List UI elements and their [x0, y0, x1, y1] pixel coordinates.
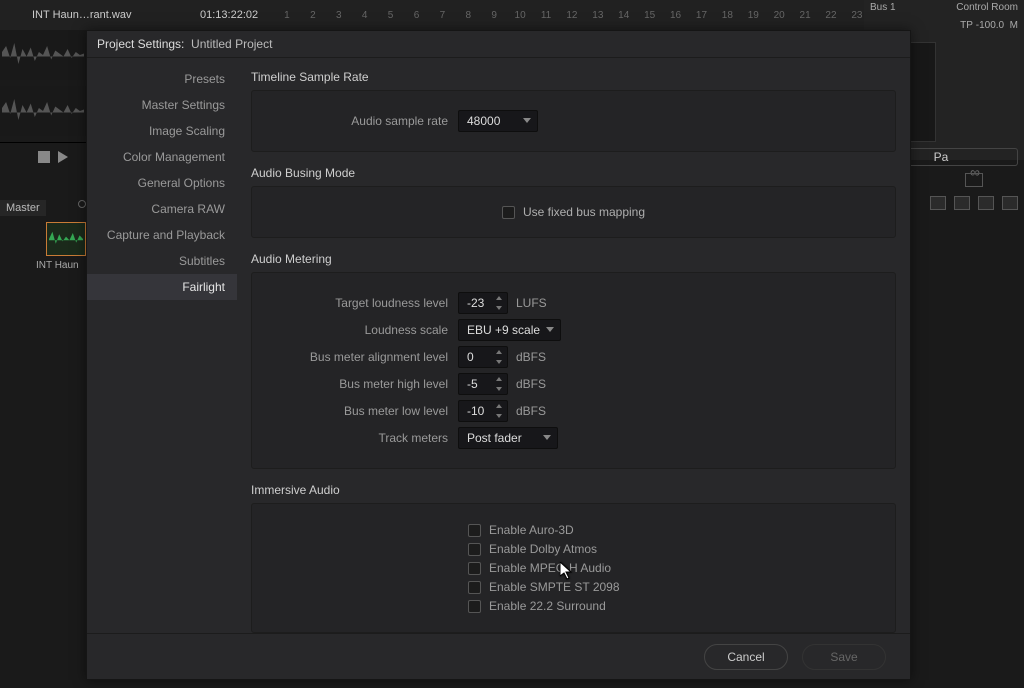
view-icons	[924, 160, 1024, 200]
bus-high-input[interactable]: -5	[458, 373, 508, 395]
sample-rate-select[interactable]: 48000	[458, 110, 538, 132]
immersive-checkbox[interactable]	[468, 581, 481, 594]
track-meters-select[interactable]: Post fader	[458, 427, 558, 449]
chevron-down-icon	[543, 435, 551, 440]
sample-rate-label: Audio sample rate	[268, 114, 458, 128]
section-heading-metering: Audio Metering	[251, 252, 896, 266]
play-icon[interactable]	[58, 151, 68, 163]
sidebar-item-presets[interactable]: Presets	[87, 66, 237, 92]
fixed-bus-checkbox[interactable]	[502, 206, 515, 219]
cancel-button[interactable]: Cancel	[704, 644, 788, 670]
timecode: 01:13:22:02	[200, 9, 258, 21]
immersive-option-label: Enable MPEG-H Audio	[489, 561, 611, 575]
save-button[interactable]: Save	[802, 644, 886, 670]
toolbar-icon-2[interactable]	[954, 196, 970, 210]
sidebar-item-master-settings[interactable]: Master Settings	[87, 92, 237, 118]
stop-icon[interactable]	[38, 151, 50, 163]
sidebar-item-image-scaling[interactable]: Image Scaling	[87, 118, 237, 144]
settings-sidebar: PresetsMaster SettingsImage ScalingColor…	[87, 58, 237, 633]
dialog-footer: Cancel Save	[87, 633, 910, 679]
immersive-checkbox[interactable]	[468, 524, 481, 537]
project-settings-dialog: Project Settings: Untitled Project Prese…	[86, 30, 911, 680]
bus-align-input[interactable]: 0	[458, 346, 508, 368]
section-heading-immersive: Immersive Audio	[251, 483, 896, 497]
immersive-checkbox[interactable]	[468, 562, 481, 575]
toolbar-icon-1[interactable]	[930, 196, 946, 210]
immersive-option-label: Enable 22.2 Surround	[489, 599, 606, 613]
sidebar-item-subtitles[interactable]: Subtitles	[87, 248, 237, 274]
immersive-option-label: Enable SMPTE ST 2098	[489, 580, 620, 594]
dialog-title: Project Settings: Untitled Project	[87, 31, 910, 58]
bus-low-input[interactable]: -10	[458, 400, 508, 422]
target-loudness-input[interactable]: -23	[458, 292, 508, 314]
master-label: Master	[0, 200, 46, 216]
immersive-checkbox[interactable]	[468, 543, 481, 556]
tool-icon[interactable]	[965, 173, 983, 187]
sidebar-item-general-options[interactable]: General Options	[87, 170, 237, 196]
settings-content: Timeline Sample Rate Audio sample rate 4…	[237, 58, 910, 633]
sidebar-item-capture-and-playback[interactable]: Capture and Playback	[87, 222, 237, 248]
timeline-ruler[interactable]: 1234567891011121314151617181920212223	[274, 0, 864, 30]
toolbar-icon-3[interactable]	[978, 196, 994, 210]
sidebar-item-color-management[interactable]: Color Management	[87, 144, 237, 170]
chevron-down-icon	[546, 327, 554, 332]
bus-label: Bus 1	[870, 2, 896, 16]
loudness-scale-select[interactable]: EBU +9 scale	[458, 319, 561, 341]
chevron-down-icon	[523, 118, 531, 123]
clip-name: INT Haun…rant.wav	[32, 9, 131, 21]
waveform-preview	[0, 30, 86, 167]
fixed-bus-label: Use fixed bus mapping	[523, 205, 645, 219]
sidebar-item-camera-raw[interactable]: Camera RAW	[87, 196, 237, 222]
sidebar-item-fairlight[interactable]: Fairlight	[87, 274, 237, 300]
immersive-checkbox[interactable]	[468, 600, 481, 613]
track-label: INT Haun	[36, 260, 79, 271]
immersive-option-label: Enable Auro-3D	[489, 523, 574, 537]
record-arm-icon[interactable]	[78, 200, 86, 208]
level-meter-2	[908, 42, 936, 142]
section-heading-busing: Audio Busing Mode	[251, 166, 896, 180]
section-heading-sample-rate: Timeline Sample Rate	[251, 70, 896, 84]
control-room-label: Control Room	[956, 2, 1018, 16]
immersive-option-label: Enable Dolby Atmos	[489, 542, 597, 556]
toolbar-icon-4[interactable]	[1002, 196, 1018, 210]
track-thumbnail[interactable]	[46, 222, 86, 256]
